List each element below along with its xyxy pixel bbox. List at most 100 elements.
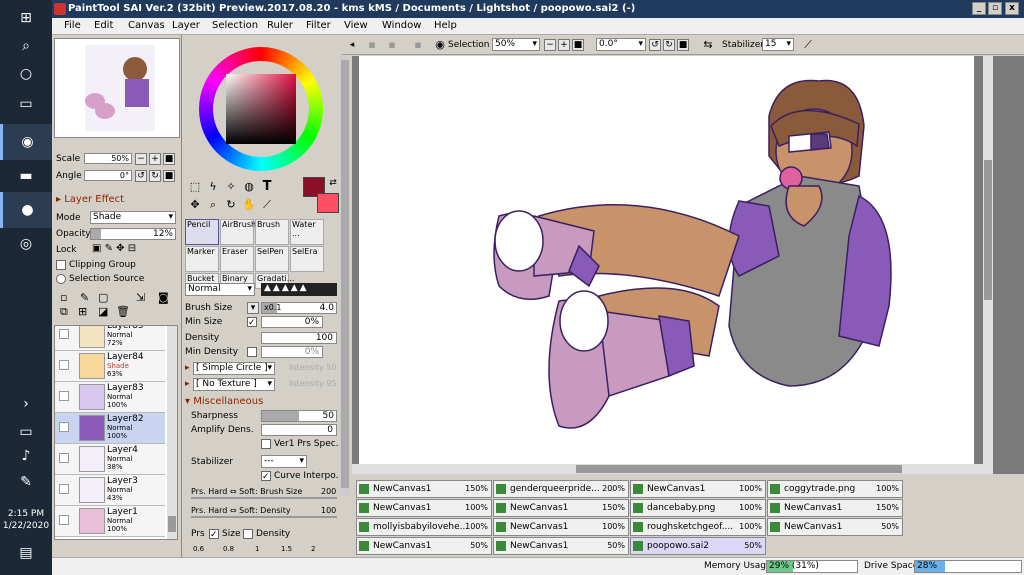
clipping-checkbox[interactable] [56,260,66,270]
menu-file[interactable]: File [64,20,81,31]
scroll-left-icon[interactable]: ◂ [344,37,360,53]
size-preset[interactable]: 1 [255,545,259,553]
size-preset[interactable]: 1.5 [281,545,292,553]
straight-line-icon[interactable]: ⟋ [800,37,816,53]
brush-size-slider[interactable]: x0.1 4.0 [261,302,337,314]
stabilizer-select[interactable]: 15 ▾ [762,38,794,51]
document-tab[interactable]: NewCanvas1 100% [493,518,629,536]
discord-icon[interactable]: ◉ [0,124,52,160]
color-wheel[interactable] [199,47,323,171]
merge-down-icon[interactable]: ⊞ [78,305,87,318]
transform-icon[interactable]: ⇲ [136,291,145,304]
brush-slot[interactable]: SelEra [290,246,324,272]
brush-slot[interactable]: SelPen [255,246,289,272]
document-tab[interactable]: NewCanvas1 50% [767,518,903,536]
layer-row[interactable]: Layer85 Normal 72% [55,326,165,351]
menu-selection[interactable]: Selection [212,20,258,31]
misc-header[interactable]: ▾ Miscellaneous [185,396,263,407]
brush-shape-select[interactable]: [ Simple Circle ] ▾ [193,362,275,375]
layer-visibility-checkbox[interactable] [59,391,69,401]
layer-visibility-checkbox[interactable] [59,484,69,494]
new-layer-icon[interactable]: ▫ [60,291,67,304]
document-tab[interactable]: NewCanvas1 150% [493,499,629,517]
brush-slot[interactable]: Brush [255,219,289,245]
drawing-canvas[interactable] [359,56,974,464]
canvas-viewport[interactable] [352,56,1024,474]
rotate-reset-button[interactable]: ■ [163,170,175,182]
rotate-right-button[interactable]: ↻ [149,170,161,182]
document-tab[interactable]: poopowo.sai2 50% [630,537,766,555]
rotate-left-button[interactable]: ↺ [135,170,147,182]
brush-stabilizer-select[interactable]: --- ▾ [261,455,307,468]
min-density-value[interactable]: 0% [261,346,323,358]
chevron-up-icon[interactable]: › [0,392,52,416]
new-set-icon[interactable]: ✎ [80,291,89,304]
min-size-value[interactable]: 0% [261,316,323,328]
expand-shape-icon[interactable]: ▸ [185,363,190,373]
rotate-cw-button[interactable]: ↻ [663,39,675,51]
task-view-icon[interactable]: ▭ [0,86,52,122]
brush-texture-select[interactable]: [ No Texture ] ▾ [193,378,275,391]
curve-interp-checkbox[interactable]: ✓ [261,471,271,482]
prs-density-slider[interactable] [191,516,337,518]
layer-row[interactable]: Layer83 Normal 100% [55,382,165,413]
layer-row[interactable]: Layer3 Normal 43% [55,475,165,506]
prs-density-checkbox[interactable] [243,529,253,539]
size-preset[interactable]: 2 [311,545,315,553]
file-explorer-icon[interactable]: ▬ [0,158,52,194]
canvas-vscroll[interactable] [983,56,993,464]
layer-visibility-checkbox[interactable] [59,453,69,463]
rotate-icon[interactable]: ↻ [223,197,239,213]
rotation-select[interactable]: 0.0° ▾ [596,38,646,51]
menu-canvas[interactable]: Canvas [128,20,165,31]
redo-icon[interactable]: ▪ [384,37,400,53]
brush-slot[interactable]: Water ... [290,219,324,245]
ver1-checkbox[interactable] [261,439,271,449]
menu-ruler[interactable]: Ruler [267,20,293,31]
brush-blend-select[interactable]: Normal ▾ [185,283,255,296]
zoom-out-button[interactable]: − [135,153,147,165]
navigator-preview[interactable] [54,38,180,138]
min-density-checkbox[interactable] [247,347,257,357]
minimize-button[interactable]: _ [972,2,986,15]
rotate-ccw-button[interactable]: ↺ [649,39,661,51]
document-tab[interactable]: NewCanvas1 150% [767,499,903,517]
saturation-value-square[interactable] [226,74,296,144]
clear-layer-icon[interactable]: ◪ [98,305,108,318]
layer-visibility-checkbox[interactable] [59,515,69,525]
scale-slider[interactable]: 50% [84,153,132,164]
pen-icon[interactable]: ✎ [0,470,52,494]
layer-row[interactable]: Layer82 Normal 100% [55,413,165,444]
menu-layer[interactable]: Layer [172,20,200,31]
document-tab[interactable]: coggytrade.png 100% [767,480,903,498]
document-tab[interactable]: NewCanvas1 50% [356,537,492,555]
brush-slot[interactable]: Pencil [185,219,219,245]
min-size-checkbox[interactable]: ✓ [247,317,257,328]
menu-view[interactable]: View [344,20,368,31]
fill-select-icon[interactable]: ◍ [241,179,257,195]
document-tab[interactable]: mollyisbabyilovehe... 100% [356,518,492,536]
document-tab[interactable]: NewCanvas1 50% [493,537,629,555]
painttool-sai-icon[interactable]: ● [0,192,52,228]
chrome-icon[interactable]: ◎ [0,226,52,262]
layer-effect-header[interactable]: ▸ Layer Effect [56,194,124,205]
volume-icon[interactable]: ♪ [0,444,52,468]
selection-visibility-icon[interactable]: ◉ [432,37,448,53]
amplify-value[interactable]: 0 [261,424,337,436]
zoom-out-toolbar-button[interactable]: − [544,39,556,51]
blend-mode-select[interactable]: Shade ▾ [90,211,176,224]
brush-slot[interactable]: AirBrush [220,219,256,245]
zoom-icon[interactable]: ⌕ [205,197,221,213]
close-button[interactable]: x [1005,2,1019,15]
brush-tip-shapes[interactable]: ▲▲▲▲▲ [261,283,337,296]
delete-layer-icon[interactable]: 🗑 [116,305,130,318]
layer-row[interactable]: Layer84 Shade 63% [55,351,165,382]
brush-size-dropdown[interactable]: ▾ [247,302,259,314]
zoom-select[interactable]: 50% ▾ [492,38,540,51]
selection-source-radio[interactable] [56,274,66,284]
document-tab[interactable]: genderqueerpride... 200% [493,480,629,498]
size-preset[interactable]: 0.6 [193,545,204,553]
size-preset[interactable]: 0.8 [223,545,234,553]
zoom-in-button[interactable]: + [149,153,161,165]
brush-slot[interactable]: Eraser [220,246,254,272]
